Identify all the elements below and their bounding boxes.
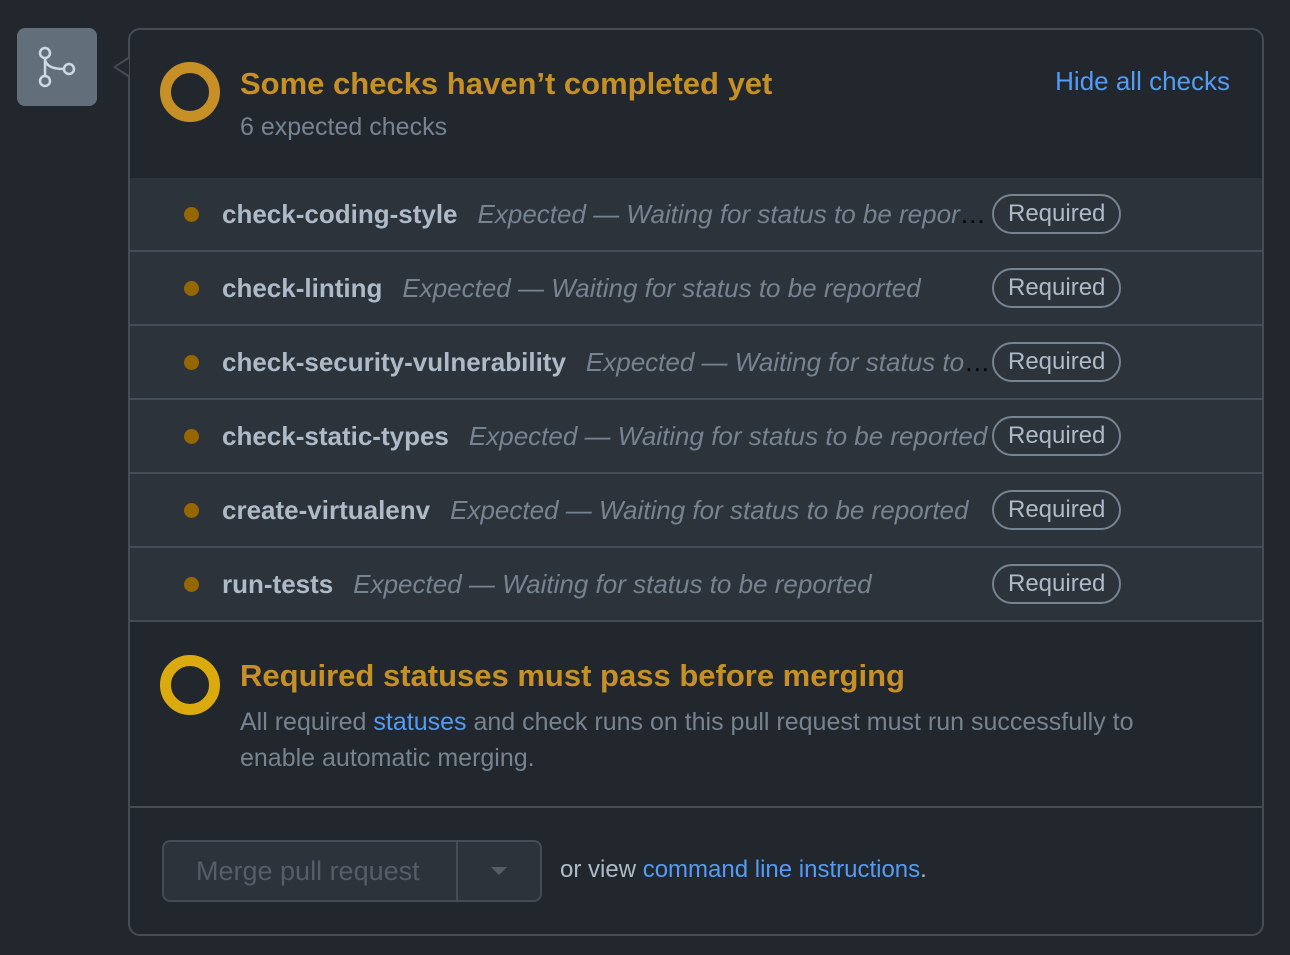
cli-instructions-text: or view command line instructions.: [560, 856, 927, 884]
merge-status-description: All required statuses and check runs on …: [240, 704, 1200, 776]
pending-dot-icon: [184, 281, 199, 296]
check-description: Expected — Waiting for status to be repo…: [402, 273, 921, 303]
required-badge: Required: [992, 194, 1122, 234]
check-name: check-linting: [222, 273, 383, 303]
check-row: check-linting Expected — Waiting for stat…: [130, 252, 1262, 326]
checks-subtitle: 6 expected checks: [240, 113, 448, 141]
checks-header: Some checks haven’t completed yet 6 expe…: [130, 30, 1262, 180]
check-line: run-tests Expected — Waiting for status t…: [222, 566, 992, 602]
check-description: Expected — Waiting for status to be repo…: [468, 421, 988, 451]
merge-box-panel: Some checks haven’t completed yet 6 expe…: [128, 28, 1264, 936]
check-line: create-virtualenv Expected — Waiting for …: [222, 492, 992, 528]
required-badge: Required: [992, 490, 1122, 530]
pending-dot-icon: [184, 577, 199, 592]
required-badge: Required: [992, 342, 1122, 382]
cli-prefix: or view: [560, 856, 643, 883]
check-name: check-coding-style: [222, 199, 458, 229]
merge-status-title: Required statuses must pass before mergi…: [240, 658, 905, 693]
command-line-instructions-link[interactable]: command line instructions: [643, 856, 920, 883]
required-badge: Required: [992, 564, 1122, 604]
check-line: check-coding-style Expected — Waiting for…: [222, 196, 992, 232]
check-line: check-static-types Expected — Waiting for…: [222, 418, 992, 454]
git-merge-icon: [38, 46, 76, 88]
merge-options-dropdown[interactable]: [458, 842, 540, 900]
pending-ring-icon: [160, 655, 220, 715]
required-badge: Required: [992, 416, 1122, 456]
hide-all-checks-link[interactable]: Hide all checks: [1055, 66, 1230, 97]
check-row: check-coding-style Expected — Waiting for…: [130, 178, 1262, 252]
merge-icon-box: [17, 28, 97, 106]
check-row: run-tests Expected — Waiting for status t…: [130, 548, 1262, 622]
check-name: check-static-types: [222, 421, 449, 451]
check-row: create-virtualenv Expected — Waiting for …: [130, 474, 1262, 548]
merge-status-section: Required statuses must pass before mergi…: [130, 622, 1262, 808]
statuses-link[interactable]: statuses: [373, 708, 466, 736]
required-badge: Required: [992, 268, 1122, 308]
pending-dot-icon: [184, 429, 199, 444]
checks-title: Some checks haven’t completed yet: [240, 66, 773, 101]
check-row: check-security-vulnerability Expected — W…: [130, 326, 1262, 400]
merge-footer: Merge pull request or view command line …: [130, 808, 1262, 934]
check-name: run-tests: [222, 569, 334, 599]
check-name: check-security-vulnerability: [222, 347, 566, 377]
check-description: Expected — Waiting for status to be repo…: [353, 569, 872, 599]
check-row: check-static-types Expected — Waiting for…: [130, 400, 1262, 474]
pending-dot-icon: [184, 207, 199, 222]
checks-list: check-coding-style Expected — Waiting for…: [130, 178, 1262, 622]
panel-pointer-inner: [116, 59, 129, 75]
status-desc-before: All required: [240, 708, 374, 736]
cli-suffix: .: [920, 856, 927, 883]
check-line: check-security-vulnerability Expected — W…: [222, 344, 992, 380]
check-description: Expected — Waiting for status to be repo…: [585, 347, 992, 377]
pending-dot-icon: [184, 503, 199, 518]
check-line: check-linting Expected — Waiting for stat…: [222, 270, 992, 306]
merge-pull-request-button[interactable]: Merge pull request: [164, 842, 458, 900]
check-description: Expected — Waiting for status to be repo…: [450, 495, 969, 525]
pending-ring-icon: [160, 62, 220, 122]
check-description: Expected — Waiting for status to be repo…: [477, 199, 992, 229]
check-name: create-virtualenv: [222, 495, 431, 525]
pending-dot-icon: [184, 355, 199, 370]
caret-down-icon: [491, 867, 507, 875]
merge-button-group: Merge pull request: [162, 840, 542, 902]
